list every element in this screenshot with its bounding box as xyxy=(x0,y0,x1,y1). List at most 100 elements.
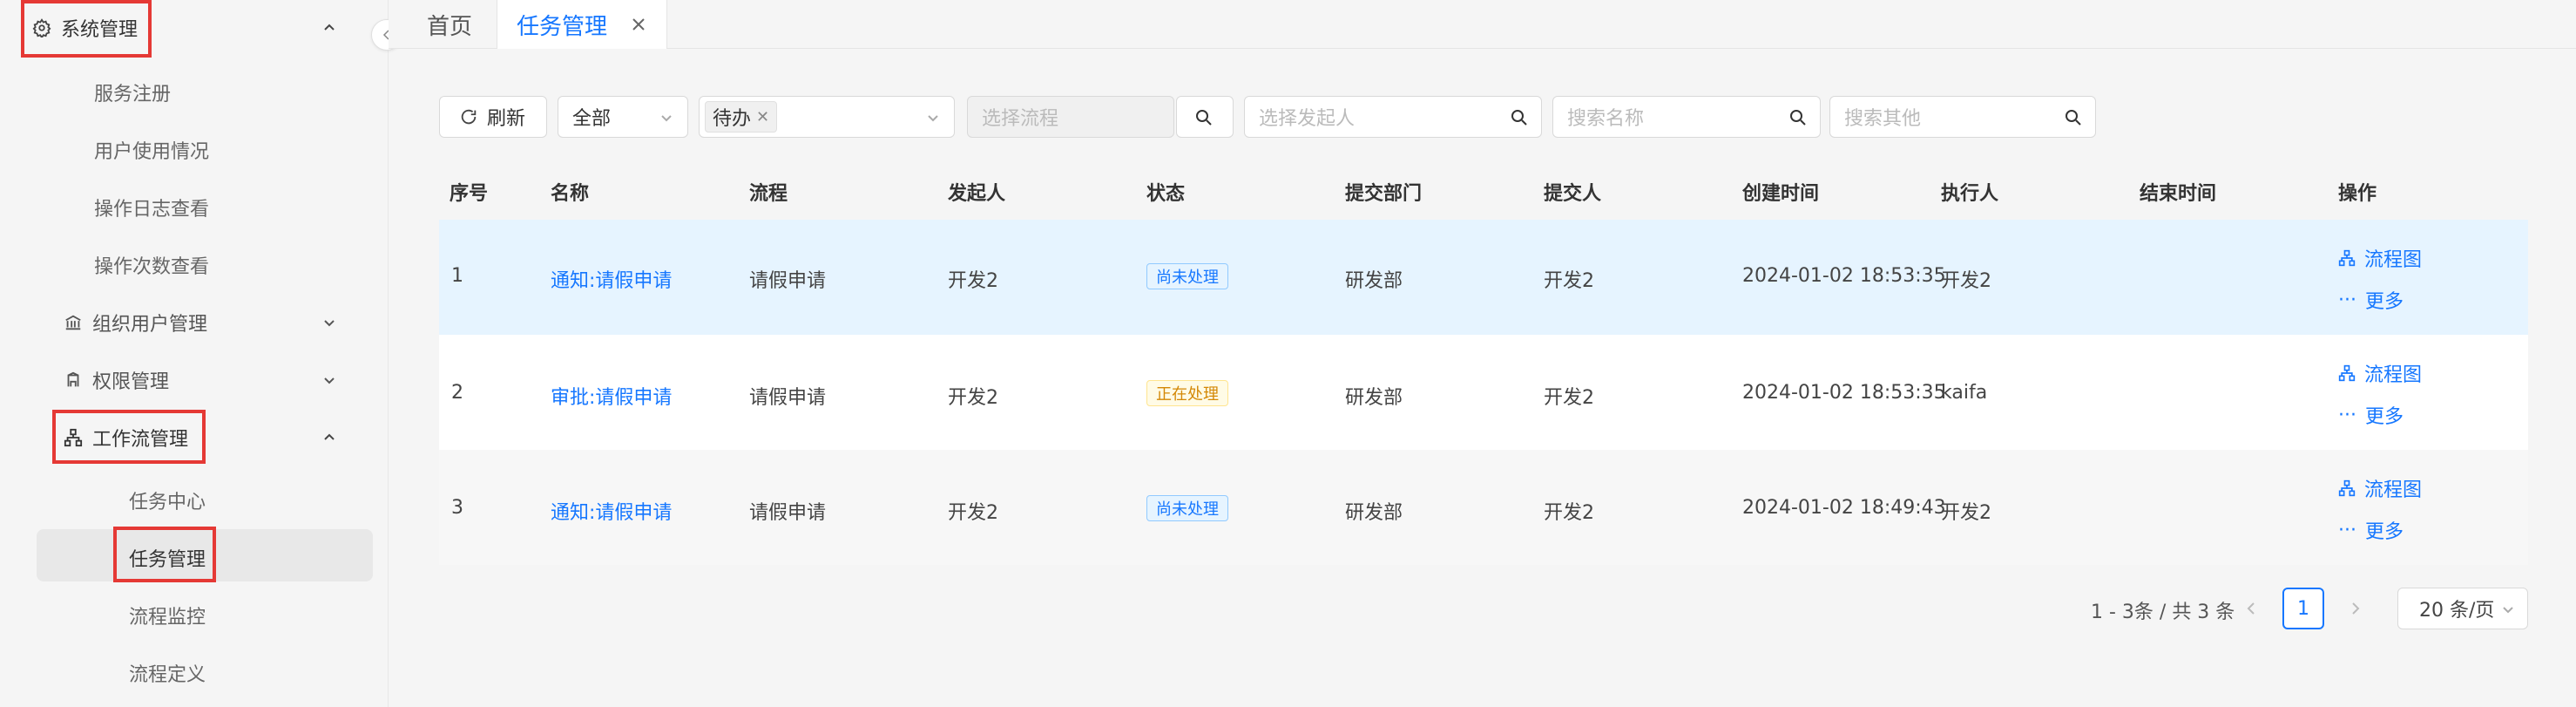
flowchart-link[interactable]: 流程图 xyxy=(2338,359,2422,387)
close-icon[interactable] xyxy=(630,16,647,33)
menu-permission-management[interactable]: 权限管理 xyxy=(63,366,362,394)
cell-name-link[interactable]: 通知:请假申请 xyxy=(551,497,672,525)
chevron-up-icon[interactable] xyxy=(321,429,338,446)
gear-icon xyxy=(31,17,52,38)
flowchart-link[interactable]: 流程图 xyxy=(2338,244,2422,272)
ellipsis-icon: ··· xyxy=(2338,404,2356,426)
name-placeholder: 搜索名称 xyxy=(1567,108,1645,130)
flowchart-label: 流程图 xyxy=(2364,364,2423,386)
cell-dept: 研发部 xyxy=(1345,502,1403,524)
col-header-process: 流程 xyxy=(749,183,788,205)
refresh-icon xyxy=(461,109,477,125)
cell-process: 请假申请 xyxy=(749,502,827,524)
cell-created: 2024-01-02 18:53:35 xyxy=(1742,382,1946,404)
page-size-value: 20 条/页 xyxy=(2419,600,2495,622)
search-icon[interactable] xyxy=(2064,108,2083,127)
flowchart-link[interactable]: 流程图 xyxy=(2338,474,2422,502)
sidebar-item-service-registration[interactable]: 服务注册 xyxy=(94,78,171,106)
tab-task-management[interactable]: 任务管理 xyxy=(497,0,668,49)
pagination-page-1[interactable]: 1 xyxy=(2282,588,2324,629)
status-multiselect[interactable]: 待办 ✕ xyxy=(699,96,955,138)
chevron-down-icon[interactable] xyxy=(321,314,338,331)
menu-workflow-management[interactable]: 工作流管理 xyxy=(63,424,362,452)
more-link[interactable]: ··· 更多 xyxy=(2338,516,2404,544)
cell-executor: kaifa xyxy=(1941,382,1988,404)
cell-submitter: 开发2 xyxy=(1544,387,1594,409)
sidebar-item-task-center[interactable]: 任务中心 xyxy=(129,486,206,514)
cell-no: 3 xyxy=(451,497,463,519)
cell-no: 1 xyxy=(451,265,463,287)
page-size-select[interactable]: 20 条/页 xyxy=(2397,588,2528,629)
chevron-down-icon xyxy=(928,115,938,122)
status-badge: 尚未处理 xyxy=(1146,263,1228,289)
name-search-input[interactable]: 搜索名称 xyxy=(1552,96,1821,138)
process-search-button[interactable] xyxy=(1176,96,1234,138)
status-tag-label: 待办 xyxy=(713,108,752,130)
sidebar-item-user-usage[interactable]: 用户使用情况 xyxy=(94,136,209,164)
cell-initiator: 开发2 xyxy=(948,502,998,524)
flowchart-label: 流程图 xyxy=(2364,479,2423,501)
more-link[interactable]: ··· 更多 xyxy=(2338,401,2404,429)
menu-system-management[interactable]: 系统管理 xyxy=(31,14,362,42)
refresh-button[interactable]: 刷新 xyxy=(439,96,547,138)
cell-submitter: 开发2 xyxy=(1544,502,1594,524)
status-tag[interactable]: 待办 ✕ xyxy=(705,101,778,133)
more-label: 更多 xyxy=(2364,406,2404,428)
chevron-left-icon[interactable] xyxy=(2241,598,2262,619)
status-badge: 尚未处理 xyxy=(1146,495,1228,521)
other-search-input[interactable]: 搜索其他 xyxy=(1829,96,2096,138)
col-header-initiator: 发起人 xyxy=(948,183,1006,205)
col-header-actions: 操作 xyxy=(2338,183,2377,205)
ellipsis-icon: ··· xyxy=(2338,519,2356,541)
chevron-right-icon[interactable] xyxy=(2345,598,2366,619)
org-chart-icon xyxy=(2338,364,2356,382)
process-placeholder: 选择流程 xyxy=(982,108,1059,130)
ellipsis-icon: ··· xyxy=(2338,289,2356,311)
chevron-down-icon[interactable] xyxy=(321,371,338,389)
cell-name-link[interactable]: 审批:请假申请 xyxy=(551,382,672,410)
tab-bar: 首页 任务管理 xyxy=(389,0,2576,49)
chevron-down-icon xyxy=(661,115,672,122)
cell-submitter: 开发2 xyxy=(1544,270,1594,292)
cell-initiator: 开发2 xyxy=(948,270,998,292)
table-row[interactable]: 3 通知:请假申请 请假申请 开发2 尚未处理 研发部 开发2 2024-01-… xyxy=(439,450,2528,565)
col-header-name: 名称 xyxy=(551,183,590,205)
cell-process: 请假申请 xyxy=(749,270,827,292)
cell-name-link[interactable]: 通知:请假申请 xyxy=(551,265,672,293)
more-label: 更多 xyxy=(2364,521,2404,543)
more-link[interactable]: ··· 更多 xyxy=(2338,286,2404,314)
sidebar-item-task-management[interactable]: 任务管理 xyxy=(129,544,206,572)
close-icon[interactable]: ✕ xyxy=(756,108,769,126)
chevron-up-icon[interactable] xyxy=(321,19,338,37)
more-label: 更多 xyxy=(2364,291,2404,313)
cell-dept: 研发部 xyxy=(1345,387,1403,409)
chevron-down-icon xyxy=(2503,607,2513,614)
table-header: 序号 名称 流程 发起人 状态 提交部门 提交人 创建时间 执行人 结束时间 操… xyxy=(439,162,2528,218)
tab-home[interactable]: 首页 xyxy=(408,0,491,49)
scope-select[interactable]: 全部 xyxy=(558,96,688,138)
permission-icon xyxy=(63,370,84,391)
sidebar-item-process-definition[interactable]: 流程定义 xyxy=(129,659,206,687)
initiator-select[interactable]: 选择发起人 xyxy=(1244,96,1542,138)
cell-executor: 开发2 xyxy=(1941,502,1991,524)
sidebar-item-op-log[interactable]: 操作日志查看 xyxy=(94,194,209,221)
menu-org-user-management[interactable]: 组织用户管理 xyxy=(63,309,362,337)
cell-dept: 研发部 xyxy=(1345,270,1403,292)
pagination-summary: 1 - 3条 / 共 3 条 xyxy=(2091,602,2235,623)
cell-executor: 开发2 xyxy=(1941,270,1991,292)
table-row[interactable]: 2 审批:请假申请 请假申请 开发2 正在处理 研发部 开发2 2024-01-… xyxy=(439,335,2528,450)
status-badge: 正在处理 xyxy=(1146,380,1228,406)
menu-label: 权限管理 xyxy=(92,371,170,393)
search-icon[interactable] xyxy=(1510,108,1529,127)
org-chart-icon xyxy=(2338,249,2356,267)
bank-icon xyxy=(63,312,84,333)
col-header-end: 结束时间 xyxy=(2140,183,2217,205)
cell-initiator: 开发2 xyxy=(948,387,998,409)
search-icon[interactable] xyxy=(1788,108,1808,127)
col-header-executor: 执行人 xyxy=(1941,183,1999,205)
search-icon xyxy=(1196,110,1212,126)
menu-label: 系统管理 xyxy=(61,19,139,41)
sidebar-item-op-count[interactable]: 操作次数查看 xyxy=(94,251,209,279)
sidebar-item-process-monitor[interactable]: 流程监控 xyxy=(129,602,206,629)
table-row[interactable]: 1 通知:请假申请 请假申请 开发2 尚未处理 研发部 开发2 2024-01-… xyxy=(439,220,2528,335)
